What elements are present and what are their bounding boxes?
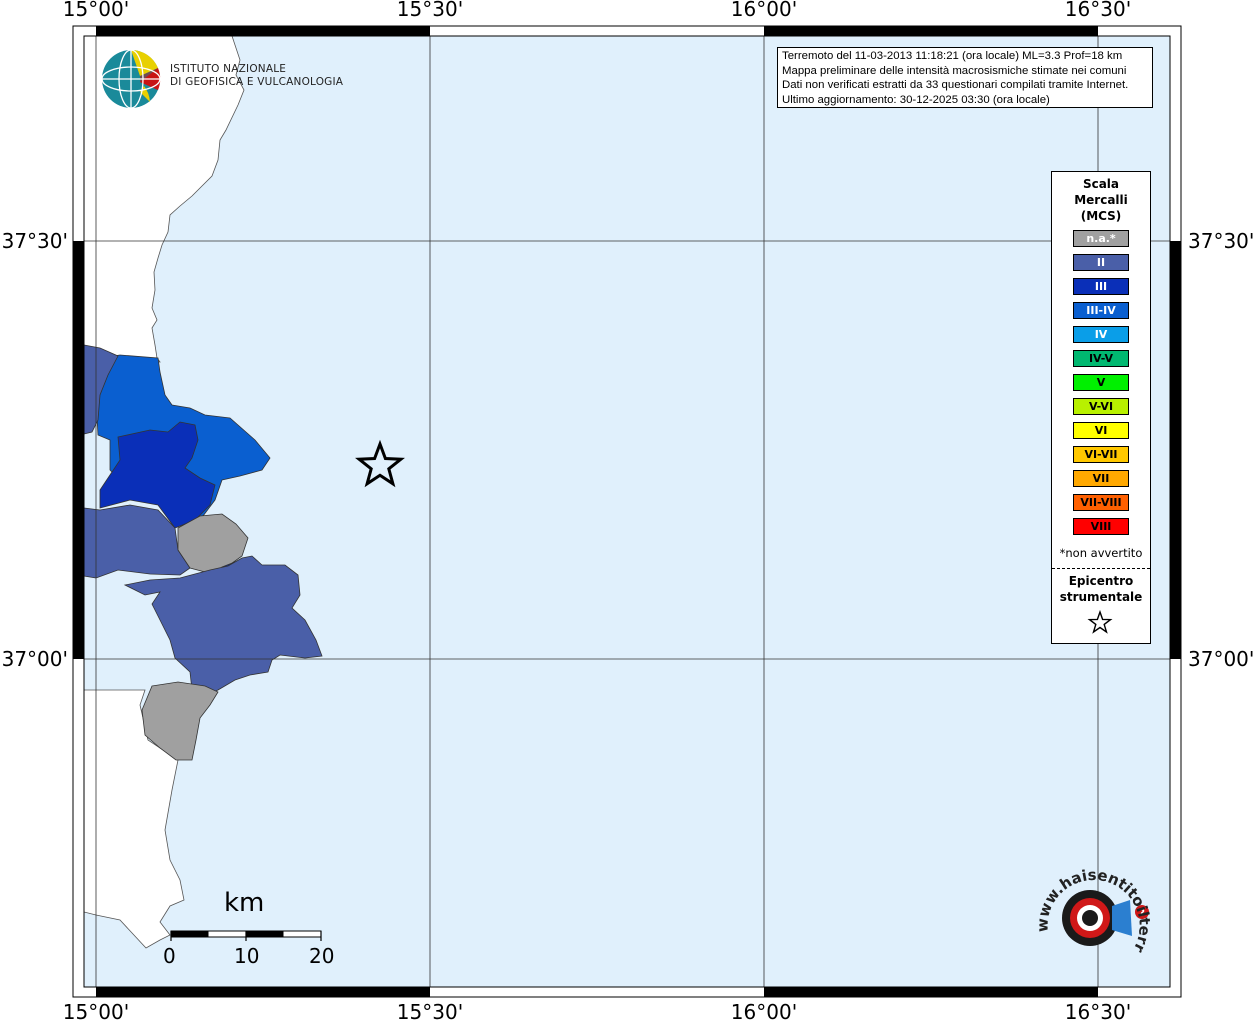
- legend-title-line2: Mercalli: [1074, 193, 1128, 207]
- scale-unit: km: [224, 888, 265, 918]
- legend-swatch: VII: [1073, 470, 1129, 487]
- legend-swatch: III-IV: [1073, 302, 1129, 319]
- legend-separator: [1052, 568, 1150, 569]
- legend-epicentre-title: Epicentro strumentale: [1052, 573, 1150, 605]
- bottom-label-4: 16°30': [1065, 1000, 1131, 1024]
- ingv-name-line1: ISTITUTO NAZIONALE: [170, 63, 287, 75]
- ingv-name: ISTITUTO NAZIONALE DI GEOFISICA E VULCAN…: [170, 63, 343, 89]
- event-info-line1: Terremoto del 11-03-2013 11:18:21 (ora l…: [782, 50, 1123, 62]
- legend-swatch: VI-VII: [1073, 446, 1129, 463]
- ingv-logo-icon: [101, 49, 161, 109]
- legend-title: Scala Mercalli (MCS): [1052, 176, 1150, 224]
- legend-swatches: n.a.* II III III-IV IV IV-V V V-VI VI VI-VII VII VI…: [1073, 230, 1129, 542]
- legend-swatch: V-VI: [1073, 398, 1129, 415]
- scale-tick-20: 20: [309, 944, 335, 968]
- bottom-label-2: 15°30': [397, 1000, 463, 1024]
- legend-na-note: *non avvertito: [1059, 546, 1143, 560]
- event-info-line2: Mappa preliminare delle intensità macros…: [782, 64, 1127, 77]
- legend-swatch: IV-V: [1073, 350, 1129, 367]
- top-label-1: 15°00': [63, 0, 129, 21]
- event-info-line3: Dati non verificati estratti da 33 quest…: [782, 79, 1129, 92]
- legend-epicentre-line1: Epicentro: [1068, 574, 1134, 588]
- right-label-1: 37°30': [1188, 229, 1254, 253]
- bottom-label-3: 16°00': [731, 1000, 797, 1024]
- top-label-2: 15°30': [397, 0, 463, 21]
- bottom-label-1: 15°00': [63, 1000, 129, 1024]
- left-label-1: 37°30': [2, 229, 68, 253]
- scale-tick-0: 0: [163, 944, 176, 968]
- legend-swatch: VI: [1073, 422, 1129, 439]
- legend-swatch: VIII: [1073, 518, 1129, 535]
- legend-epicentre-line2: strumentale: [1059, 590, 1143, 604]
- scale-tick-10: 10: [234, 944, 260, 968]
- legend-swatch: n.a.*: [1073, 230, 1129, 247]
- sea-area: [84, 36, 1170, 987]
- legend-swatch: IV: [1073, 326, 1129, 343]
- top-label-4: 16°30': [1065, 0, 1131, 21]
- legend-swatch: V: [1073, 374, 1129, 391]
- legend-star-icon: [1087, 610, 1113, 634]
- legend-swatch: II: [1073, 254, 1129, 271]
- legend-title-line3: (MCS): [1080, 209, 1122, 223]
- event-info-box: Terremoto del 11-03-2013 11:18:21 (ora l…: [777, 47, 1153, 108]
- right-label-2: 37°00': [1188, 647, 1254, 671]
- mcs-legend: Scala Mercalli (MCS) n.a.* II III III-IV IV I…: [1051, 171, 1151, 644]
- top-label-3: 16°00': [731, 0, 797, 21]
- left-label-2: 37°00': [2, 647, 68, 671]
- legend-swatch: VII-VIII: [1073, 494, 1129, 511]
- ingv-name-line2: DI GEOFISICA E VULCANOLOGIA: [170, 76, 344, 88]
- legend-title-line1: Scala: [1082, 177, 1120, 191]
- event-info-line4: Ultimo aggiornamento: 30-12-2025 03:30 (…: [782, 93, 1050, 106]
- haisentito-logo-icon: ? www.haisentitoilterremoto.it: [1030, 862, 1154, 956]
- legend-swatch: III: [1073, 278, 1129, 295]
